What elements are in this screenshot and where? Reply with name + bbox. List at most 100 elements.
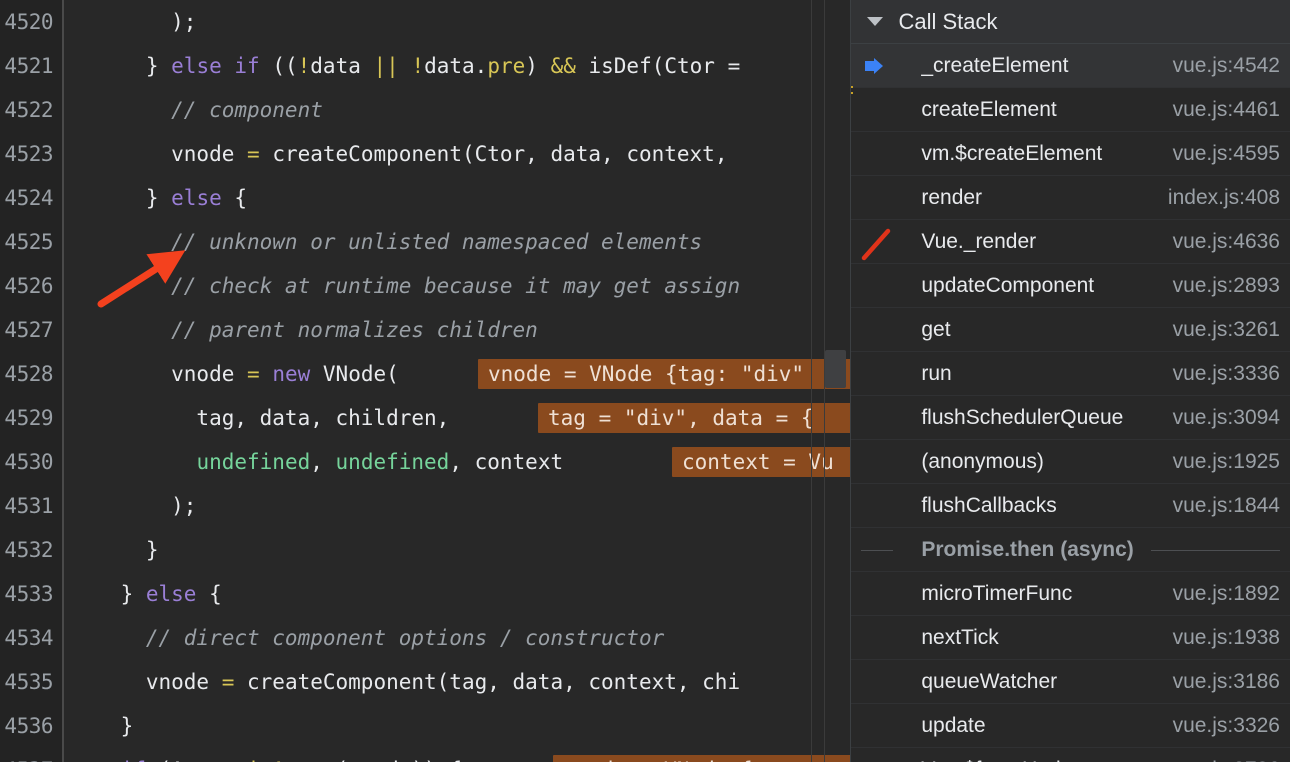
call-stack-row[interactable]: get vue.js:3261: [851, 308, 1290, 352]
code-line[interactable]: 4528 vnode = new VNode(vnode = VNode {ta…: [0, 352, 851, 396]
call-stack-source-location[interactable]: vue.js:3186: [1159, 670, 1280, 694]
inline-value-annotation[interactable]: vnode = VNode {tag:: [553, 755, 851, 762]
resize-grip-line: [851, 86, 854, 88]
call-stack-source-location[interactable]: vue.js:3736: [1159, 758, 1280, 762]
call-stack-row[interactable]: Vue.$forceUpdatevue.js:3736: [851, 748, 1290, 762]
code-line[interactable]: 4527 // parent normalizes children: [0, 308, 850, 352]
inline-value-annotation[interactable]: vnode = VNode {tag: "div": [478, 359, 851, 389]
call-stack-source-location[interactable]: vue.js:3326: [1159, 714, 1280, 738]
call-stack-row[interactable]: vm.$createElement vue.js:4595: [851, 132, 1290, 176]
call-stack-function-name: (anonymous): [921, 449, 1044, 473]
code-token: pre: [487, 54, 526, 78]
code-line[interactable]: 4522 // component: [0, 88, 850, 132]
call-stack-row[interactable]: flushCallbacks vue.js:1844: [851, 484, 1290, 528]
source-code-panel[interactable]: 4520 ); 4521 } else if ((!data || !data.p…: [0, 0, 851, 762]
code-line[interactable]: 4531 );: [0, 484, 850, 528]
call-stack-row[interactable]: (anonymous) vue.js:1925: [851, 440, 1290, 484]
line-number[interactable]: 4532: [0, 528, 64, 572]
code-scrollbar-thumb[interactable]: [825, 350, 847, 388]
line-number[interactable]: 4521: [0, 44, 64, 88]
code-token: =: [247, 362, 260, 386]
call-stack-source-location[interactable]: vue.js:1892: [1159, 582, 1280, 606]
line-number[interactable]: 4527: [0, 308, 64, 352]
call-stack-row[interactable]: queueWatcher vue.js:3186: [851, 660, 1290, 704]
call-stack-row[interactable]: render index.js:408: [851, 176, 1290, 220]
code-line[interactable]: 4534 // direct component options / const…: [0, 616, 850, 660]
code-line[interactable]: 4529 tag, data, children, tag = "div", da…: [0, 396, 851, 440]
call-stack-source-location[interactable]: vue.js:1925: [1159, 450, 1280, 474]
triangle-down-icon[interactable]: [867, 16, 884, 26]
line-number[interactable]: 4526: [0, 264, 64, 308]
line-number[interactable]: 4533: [0, 572, 64, 616]
call-stack-function-name: vm.$createElement: [921, 141, 1103, 165]
line-number[interactable]: 4528: [0, 352, 64, 396]
code-line-text: if (Array.isArray(vnode)) {: [70, 748, 462, 762]
call-stack-function-name: flushCallbacks: [921, 493, 1057, 517]
call-stack-row[interactable]: createElement vue.js:4461: [851, 88, 1290, 132]
code-line[interactable]: 4525 // unknown or unlisted namespaced e…: [0, 220, 850, 264]
code-line[interactable]: 4533 } else {: [0, 572, 850, 616]
code-line[interactable]: 4520 );: [0, 0, 850, 44]
code-token: // parent normalizes children: [70, 318, 538, 342]
code-line[interactable]: 4530 undefined, undefined, context contex…: [0, 440, 851, 484]
call-stack-row[interactable]: microTimerFunc vue.js:1892: [851, 572, 1290, 616]
code-line[interactable]: 4532 }: [0, 528, 850, 572]
call-stack-row[interactable]: run vue.js:3336: [851, 352, 1290, 396]
code-line-text: }: [70, 528, 159, 572]
line-number[interactable]: 4524: [0, 176, 64, 220]
code-line[interactable]: 4526 // check at runtime because it may …: [0, 264, 850, 308]
code-line[interactable]: 4521 } else if ((!data || !data.pre) && …: [0, 44, 850, 88]
line-number[interactable]: 4522: [0, 88, 64, 132]
code-line[interactable]: 4536 }: [0, 704, 850, 748]
call-stack-function-name: render: [921, 185, 983, 209]
call-stack-source-location[interactable]: vue.js:3261: [1159, 318, 1280, 342]
code-token: );: [70, 10, 197, 34]
line-number[interactable]: 4523: [0, 132, 64, 176]
code-line[interactable]: 4524 } else {: [0, 176, 850, 220]
code-token: undefined: [196, 450, 311, 474]
call-stack-source-location[interactable]: vue.js:3094: [1159, 406, 1280, 430]
call-stack-source-location[interactable]: vue.js:4595: [1159, 142, 1280, 166]
line-number[interactable]: 4529: [0, 396, 64, 440]
code-line-text: // direct component options / constructo…: [70, 616, 664, 660]
call-stack-source-location[interactable]: index.js:408: [1154, 186, 1280, 210]
call-stack-row[interactable]: updateComponent vue.js:2893: [851, 264, 1290, 308]
call-stack-source-location[interactable]: vue.js:1938: [1159, 626, 1280, 650]
line-number[interactable]: 4530: [0, 440, 64, 484]
call-stack-panel: Call Stack _createElement vue.js:4542 crea…: [850, 0, 1290, 762]
code-line-text: }: [70, 704, 134, 748]
line-number[interactable]: 4525: [0, 220, 64, 264]
call-stack-header[interactable]: Call Stack: [851, 0, 1290, 44]
line-number[interactable]: 4520: [0, 0, 64, 44]
call-stack-row[interactable]: nextTick vue.js:1938: [851, 616, 1290, 660]
call-stack-source-location[interactable]: vue.js:2893: [1159, 274, 1280, 298]
code-token: }: [70, 54, 172, 78]
line-number[interactable]: 4537: [0, 748, 64, 762]
code-line[interactable]: 4523 vnode = createComponent(Ctor, data,…: [0, 132, 850, 176]
call-stack-source-location[interactable]: vue.js:4542: [1159, 54, 1280, 78]
panel-resize-handle[interactable]: [851, 86, 854, 110]
call-stack-source-location[interactable]: vue.js:4636: [1159, 230, 1280, 254]
code-line[interactable]: 4537 if (Array.isArray(vnode)) { vnode = …: [0, 748, 851, 762]
call-stack-source-location[interactable]: vue.js:4461: [1159, 98, 1280, 122]
inline-value-annotation[interactable]: tag = "div", data = {: [538, 403, 851, 433]
call-stack-source-location[interactable]: vue.js:3336: [1159, 362, 1280, 386]
code-scroll-area[interactable]: 4520 ); 4521 } else if ((!data || !data.p…: [0, 0, 851, 762]
code-token: isArray: [247, 758, 336, 762]
call-stack-row[interactable]: _createElement vue.js:4542: [851, 44, 1290, 88]
line-number[interactable]: 4536: [0, 704, 64, 748]
call-stack-list[interactable]: _createElement vue.js:4542 createElement vu…: [851, 44, 1290, 762]
call-stack-row[interactable]: update vue.js:3326: [851, 704, 1290, 748]
code-line[interactable]: 4535 vnode = createComponent(tag, data, …: [0, 660, 850, 704]
code-vertical-scrollbar[interactable]: [822, 0, 848, 762]
call-stack-source-location[interactable]: vue.js:1844: [1159, 494, 1280, 518]
line-number[interactable]: 4534: [0, 616, 64, 660]
line-number[interactable]: 4531: [0, 484, 64, 528]
code-line-text: } else {: [70, 572, 222, 616]
line-number[interactable]: 4535: [0, 660, 64, 704]
call-stack-function-name: Vue.$forceUpdate: [869, 758, 1158, 762]
call-stack-row[interactable]: Vue._render vue.js:4636: [851, 220, 1290, 264]
call-stack-row[interactable]: flushSchedulerQueue vue.js:3094: [851, 396, 1290, 440]
